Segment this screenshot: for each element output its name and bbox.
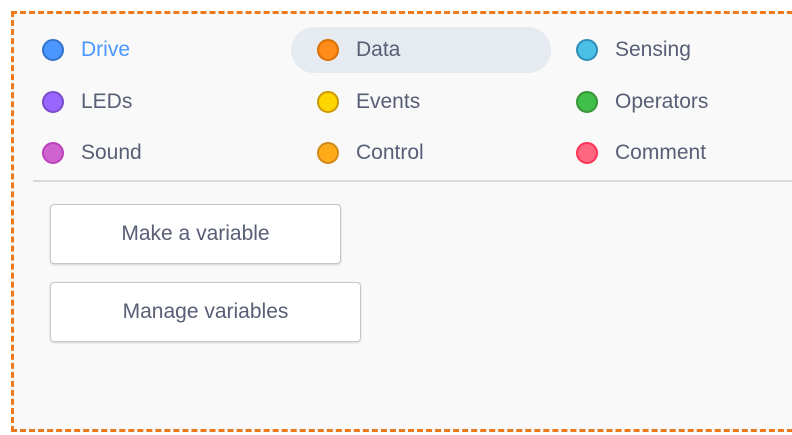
sound-color-dot-icon (42, 142, 64, 164)
make-variable-button[interactable]: Make a variable (50, 204, 341, 264)
operators-color-dot-icon (576, 91, 598, 113)
category-sound[interactable]: Sound (16, 130, 276, 176)
events-color-dot-icon (317, 91, 339, 113)
sensing-color-dot-icon (576, 39, 598, 61)
category-label: Sensing (615, 38, 691, 61)
category-label: Control (356, 141, 424, 164)
category-label: Comment (615, 141, 707, 164)
blocks-panel: Drive Data Sensing LEDs Events Operators… (11, 11, 792, 432)
data-color-dot-icon (317, 39, 339, 61)
leds-color-dot-icon (42, 91, 64, 113)
category-label: LEDs (81, 90, 133, 113)
category-label: Events (356, 90, 421, 113)
category-label: Sound (81, 141, 142, 164)
category-data[interactable]: Data (291, 27, 551, 73)
divider (33, 180, 792, 182)
category-label: Operators (615, 90, 709, 113)
category-events[interactable]: Events (291, 79, 551, 125)
category-label: Drive (81, 38, 131, 61)
category-control[interactable]: Control (291, 130, 551, 176)
comment-color-dot-icon (576, 142, 598, 164)
category-sensing[interactable]: Sensing (550, 27, 792, 73)
category-operators[interactable]: Operators (550, 79, 792, 125)
category-comment[interactable]: Comment (550, 130, 792, 176)
control-color-dot-icon (317, 142, 339, 164)
drive-color-dot-icon (42, 39, 64, 61)
category-drive[interactable]: Drive (16, 27, 276, 73)
category-leds[interactable]: LEDs (16, 79, 276, 125)
category-label: Data (356, 38, 401, 61)
category-menu: Drive Data Sensing LEDs Events Operators… (14, 14, 792, 180)
manage-variables-button[interactable]: Manage variables (50, 282, 361, 342)
